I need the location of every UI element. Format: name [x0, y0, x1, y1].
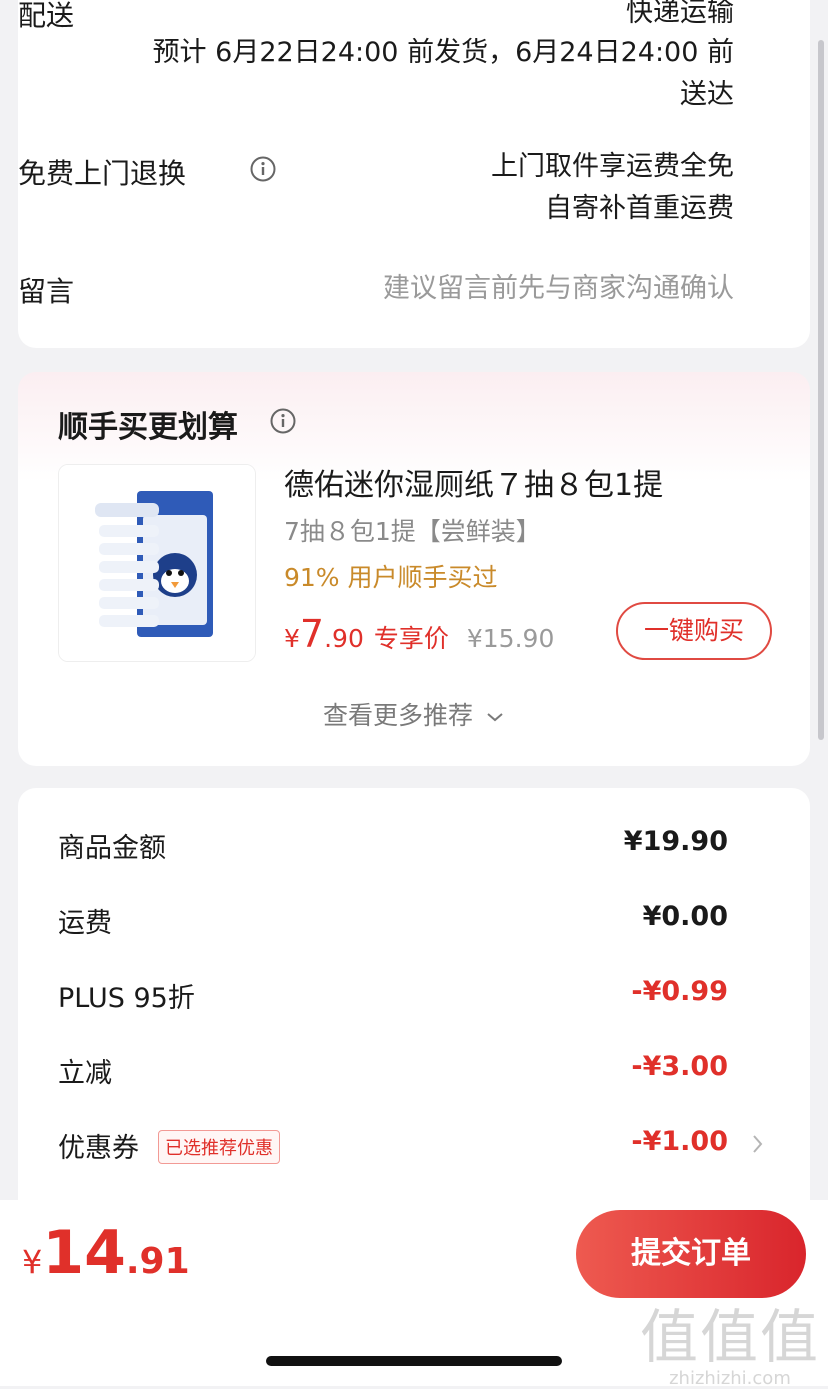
product-price-int: 7 [299, 612, 325, 656]
message-input[interactable]: 建议留言前先与商家沟通确认 [383, 268, 734, 310]
delivery-card: 配送 快递运输 预计 6月22日24:00 前发货，6月24日24:00 前 送… [18, 0, 810, 348]
more-recommendations-link[interactable]: 查看更多推荐 [18, 696, 810, 732]
product-price-currency: ¥ [284, 624, 300, 653]
free-return-label: 免费上门退换 [18, 157, 187, 190]
delivery-estimate-line1: 预计 6月22日24:00 前发货，6月24日24:00 前 [152, 37, 734, 68]
total-int: 14 [42, 1218, 126, 1288]
product-price: ¥7.90 专享价 ¥15.90 [284, 612, 554, 656]
summary-label-plus-discount: PLUS 95折 [58, 983, 195, 1014]
summary-label-subtotal: 商品金额 [58, 833, 166, 864]
order-total: ¥14.91 [22, 1218, 190, 1288]
watermark: 值值值 zhizhizhi.com [640, 1290, 820, 1389]
home-indicator[interactable] [266, 1356, 562, 1366]
product-original-price: ¥15.90 [466, 624, 555, 653]
product-image[interactable] [58, 464, 256, 662]
total-dec: .91 [125, 1241, 190, 1282]
summary-label-instant-discount: 立减 [58, 1058, 112, 1089]
info-icon[interactable] [270, 408, 296, 434]
one-click-buy-button[interactable]: 一键购买 [616, 602, 772, 660]
delivery-estimate-line2: 送达 [680, 79, 734, 110]
summary-value-subtotal: ¥19.90 [623, 826, 728, 857]
product-social-proof: 91% 用户顺手买过 [284, 563, 498, 592]
more-recommendations-label: 查看更多推荐 [323, 701, 474, 730]
free-return-line2: 自寄补首重运费 [545, 193, 734, 224]
recommendation-card: 顺手买更划算 德佑迷你湿厕纸７抽８包1提 7抽８包1提【尝鲜装】 91% 用户顺… [18, 372, 810, 766]
coupon-recommended-badge: 已选推荐优惠 [158, 1130, 280, 1164]
product-spec: 7抽８包1提【尝鲜装】 [284, 517, 541, 546]
watermark-logo: 值值值 [639, 1303, 820, 1371]
product-price-dec: .90 [324, 624, 364, 653]
summary-label-shipping: 运费 [58, 908, 112, 939]
recommend-title: 顺手买更划算 [58, 410, 238, 445]
summary-value-instant-discount: -¥3.00 [631, 1051, 728, 1082]
submit-order-button[interactable]: 提交订单 [576, 1210, 806, 1298]
product-price-label: 专享价 [373, 624, 449, 653]
chevron-right-icon[interactable] [750, 1132, 766, 1156]
summary-value-shipping: ¥0.00 [642, 901, 728, 932]
scrollbar[interactable] [818, 40, 824, 740]
delivery-label: 配送 [18, 0, 75, 32]
price-summary-card: 商品金额 ¥19.90 运费 ¥0.00 PLUS 95折 -¥0.99 立减 … [18, 788, 810, 1228]
message-label: 留言 [18, 275, 75, 308]
summary-value-plus-discount: -¥0.99 [631, 976, 728, 1007]
summary-value-coupon[interactable]: -¥1.00 [631, 1126, 728, 1157]
info-icon[interactable] [250, 156, 276, 182]
total-currency: ¥ [22, 1243, 43, 1281]
delivery-method[interactable]: 快递运输 [626, 0, 734, 34]
free-return-line1: 上门取件享运费全免 [491, 151, 734, 182]
product-name[interactable]: 德佑迷你湿厕纸７抽８包1提 [284, 460, 663, 504]
summary-label-coupon[interactable]: 优惠券 [58, 1126, 139, 1165]
chevron-down-icon [487, 713, 503, 722]
product-package-image [59, 465, 255, 661]
